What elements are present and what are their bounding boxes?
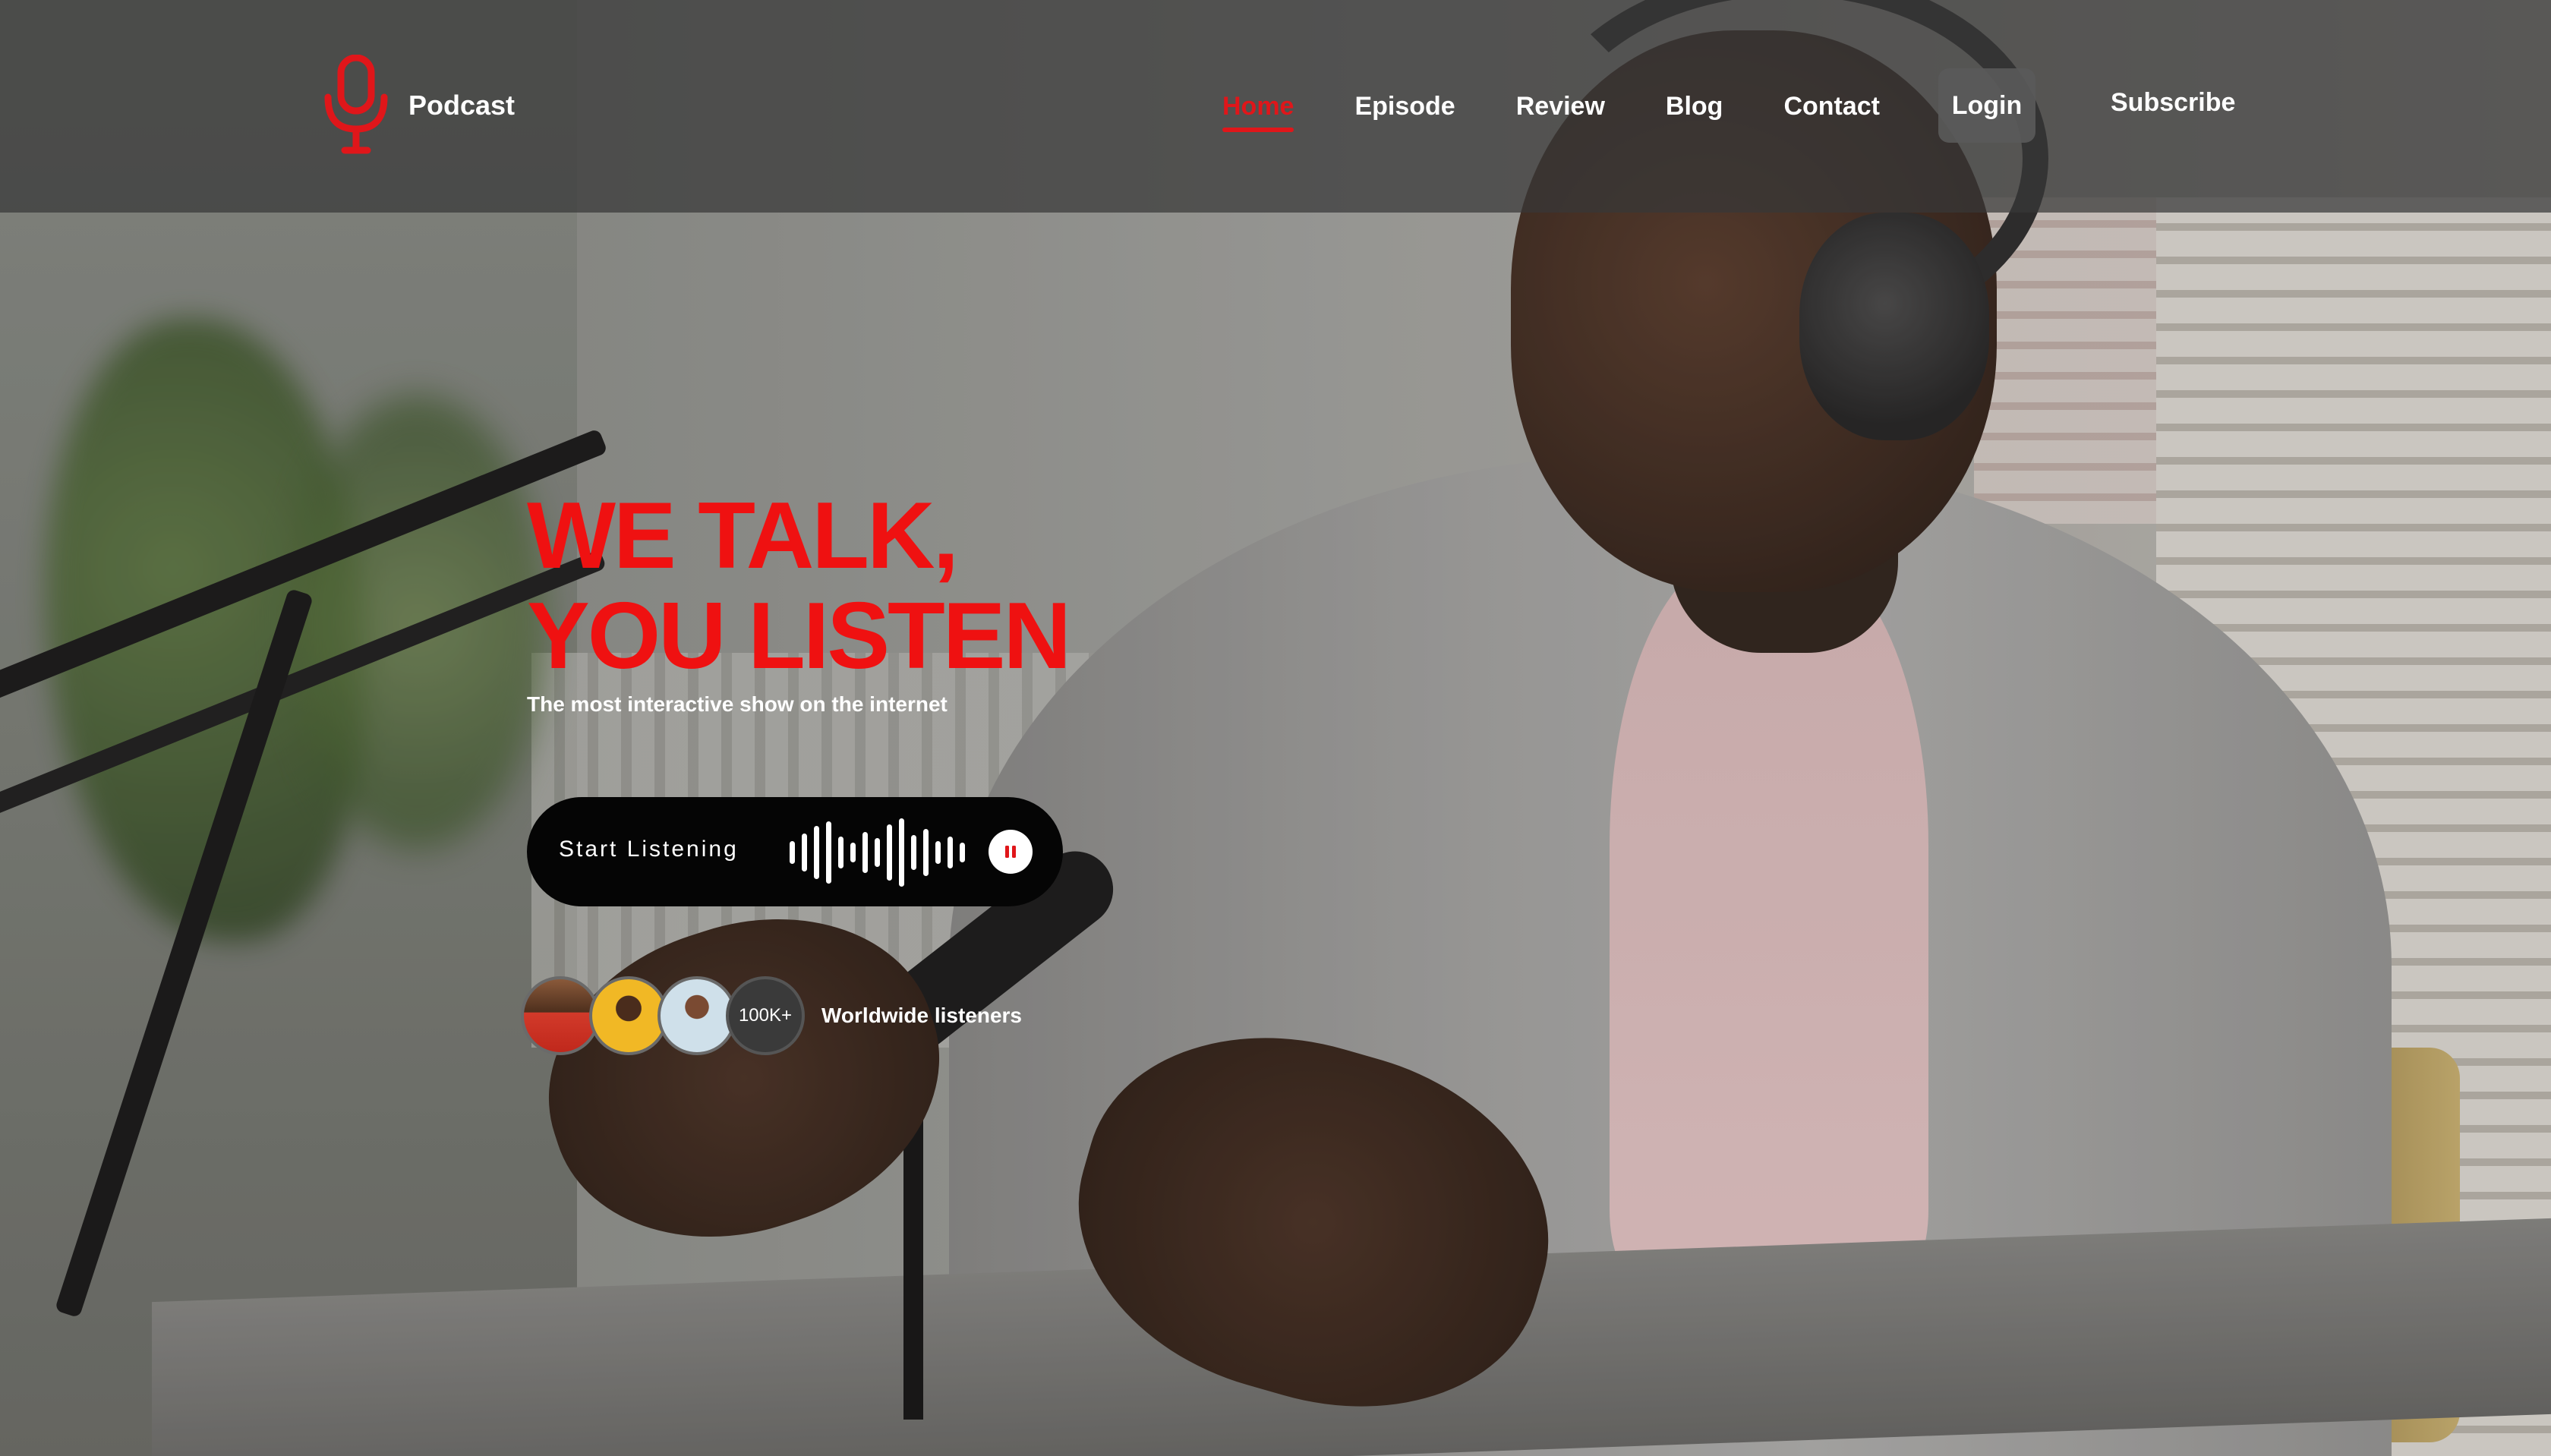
subscribe-link[interactable]: Subscribe bbox=[2111, 88, 2235, 118]
hero-background-photo bbox=[0, 0, 2551, 1456]
listener-avatar bbox=[589, 976, 668, 1055]
hero-title-line-2: YOU LISTEN bbox=[527, 584, 1071, 689]
start-listening-label: Start Listening bbox=[559, 837, 739, 862]
login-button[interactable]: Login bbox=[1938, 68, 2035, 143]
nav-item-blog[interactable]: Blog bbox=[1666, 92, 1723, 121]
pause-icon bbox=[1005, 846, 1016, 858]
main-nav: Home Episode Review Blog Contact bbox=[1222, 68, 1941, 144]
listener-avatar bbox=[521, 976, 600, 1055]
microphone-icon bbox=[324, 55, 388, 154]
hero-title-line-1: WE TALK, bbox=[527, 484, 959, 588]
nav-item-contact[interactable]: Contact bbox=[1783, 92, 1880, 121]
brand-name: Podcast bbox=[408, 90, 516, 121]
brand-logo[interactable]: Podcast bbox=[322, 55, 515, 156]
listener-count-badge: 100K+ bbox=[726, 976, 805, 1055]
listeners-summary: 100K+ Worldwide listeners bbox=[521, 976, 1022, 1055]
site-header: Podcast Home Episode Review Blog Contact… bbox=[0, 0, 2551, 213]
hero-title: WE TALK, YOU LISTEN bbox=[527, 484, 1071, 689]
listeners-label: Worldwide listeners bbox=[821, 1004, 1022, 1027]
pause-button[interactable] bbox=[989, 830, 1033, 874]
listener-avatar bbox=[657, 976, 736, 1055]
nav-item-home[interactable]: Home bbox=[1222, 92, 1294, 132]
nav-item-review[interactable]: Review bbox=[1516, 92, 1605, 121]
nav-item-episode[interactable]: Episode bbox=[1354, 92, 1455, 121]
hero-subtitle: The most interactive show on the interne… bbox=[527, 692, 948, 716]
sound-wave-icon bbox=[790, 818, 965, 887]
start-listening-player[interactable]: Start Listening bbox=[527, 797, 1063, 906]
